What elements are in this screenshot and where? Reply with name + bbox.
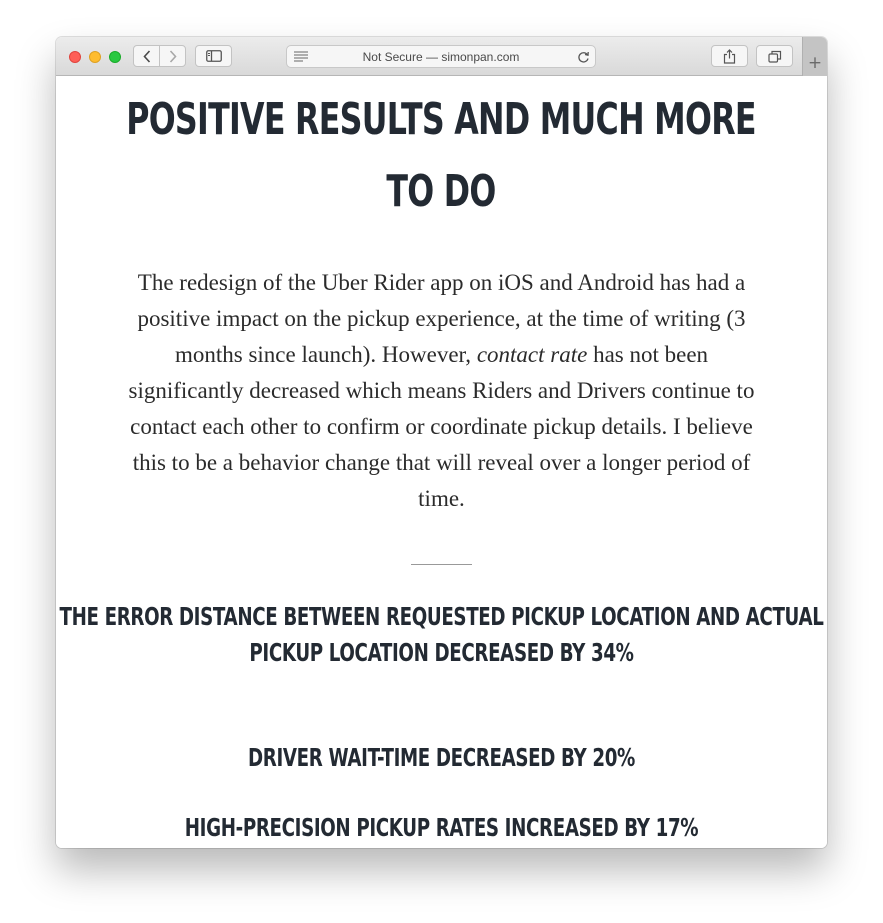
chevron-left-icon <box>142 49 150 63</box>
chevron-right-icon <box>169 49 177 63</box>
forward-button[interactable] <box>159 46 185 66</box>
stat-high-precision-pickup: HIGH-PRECISION PICKUP RATES INCREASED BY… <box>184 813 699 842</box>
paragraph-text-end: has not been significantly decreased whi… <box>128 342 755 511</box>
browser-window: Not Secure — simonpan.com + POSITIVE RES… <box>56 37 827 848</box>
reload-icon[interactable] <box>577 50 590 64</box>
page-heading: POSITIVE RESULTS AND MUCH MORE TO DO <box>126 94 756 217</box>
tabs-icon <box>767 50 781 63</box>
stat-driver-wait-time: DRIVER WAIT-TIME DECREASED BY 20% <box>248 743 635 772</box>
browser-toolbar: Not Secure — simonpan.com + <box>56 37 827 76</box>
sidebar-button[interactable] <box>195 45 232 67</box>
minimize-window-button[interactable] <box>89 51 101 63</box>
section-divider <box>411 564 472 565</box>
address-text: Not Secure — simonpan.com <box>362 50 520 64</box>
sidebar-icon <box>205 50 222 62</box>
page-content: POSITIVE RESULTS AND MUCH MORE TO DO The… <box>56 76 827 848</box>
back-button[interactable] <box>134 46 159 66</box>
share-button[interactable] <box>711 45 748 67</box>
tab-overview-button[interactable] <box>756 45 793 67</box>
article-paragraph: The redesign of the Uber Rider app on iO… <box>126 265 757 517</box>
zoom-window-button[interactable] <box>109 51 121 63</box>
stat-error-distance: THE ERROR DISTANCE BETWEEN REQUESTED PIC… <box>59 602 824 667</box>
paragraph-emphasis: contact rate <box>476 342 588 367</box>
new-tab-button[interactable]: + <box>802 37 827 76</box>
address-bar[interactable]: Not Secure — simonpan.com <box>286 45 596 68</box>
navigation-buttons <box>133 45 186 67</box>
close-window-button[interactable] <box>69 51 81 63</box>
share-icon <box>723 48 736 64</box>
